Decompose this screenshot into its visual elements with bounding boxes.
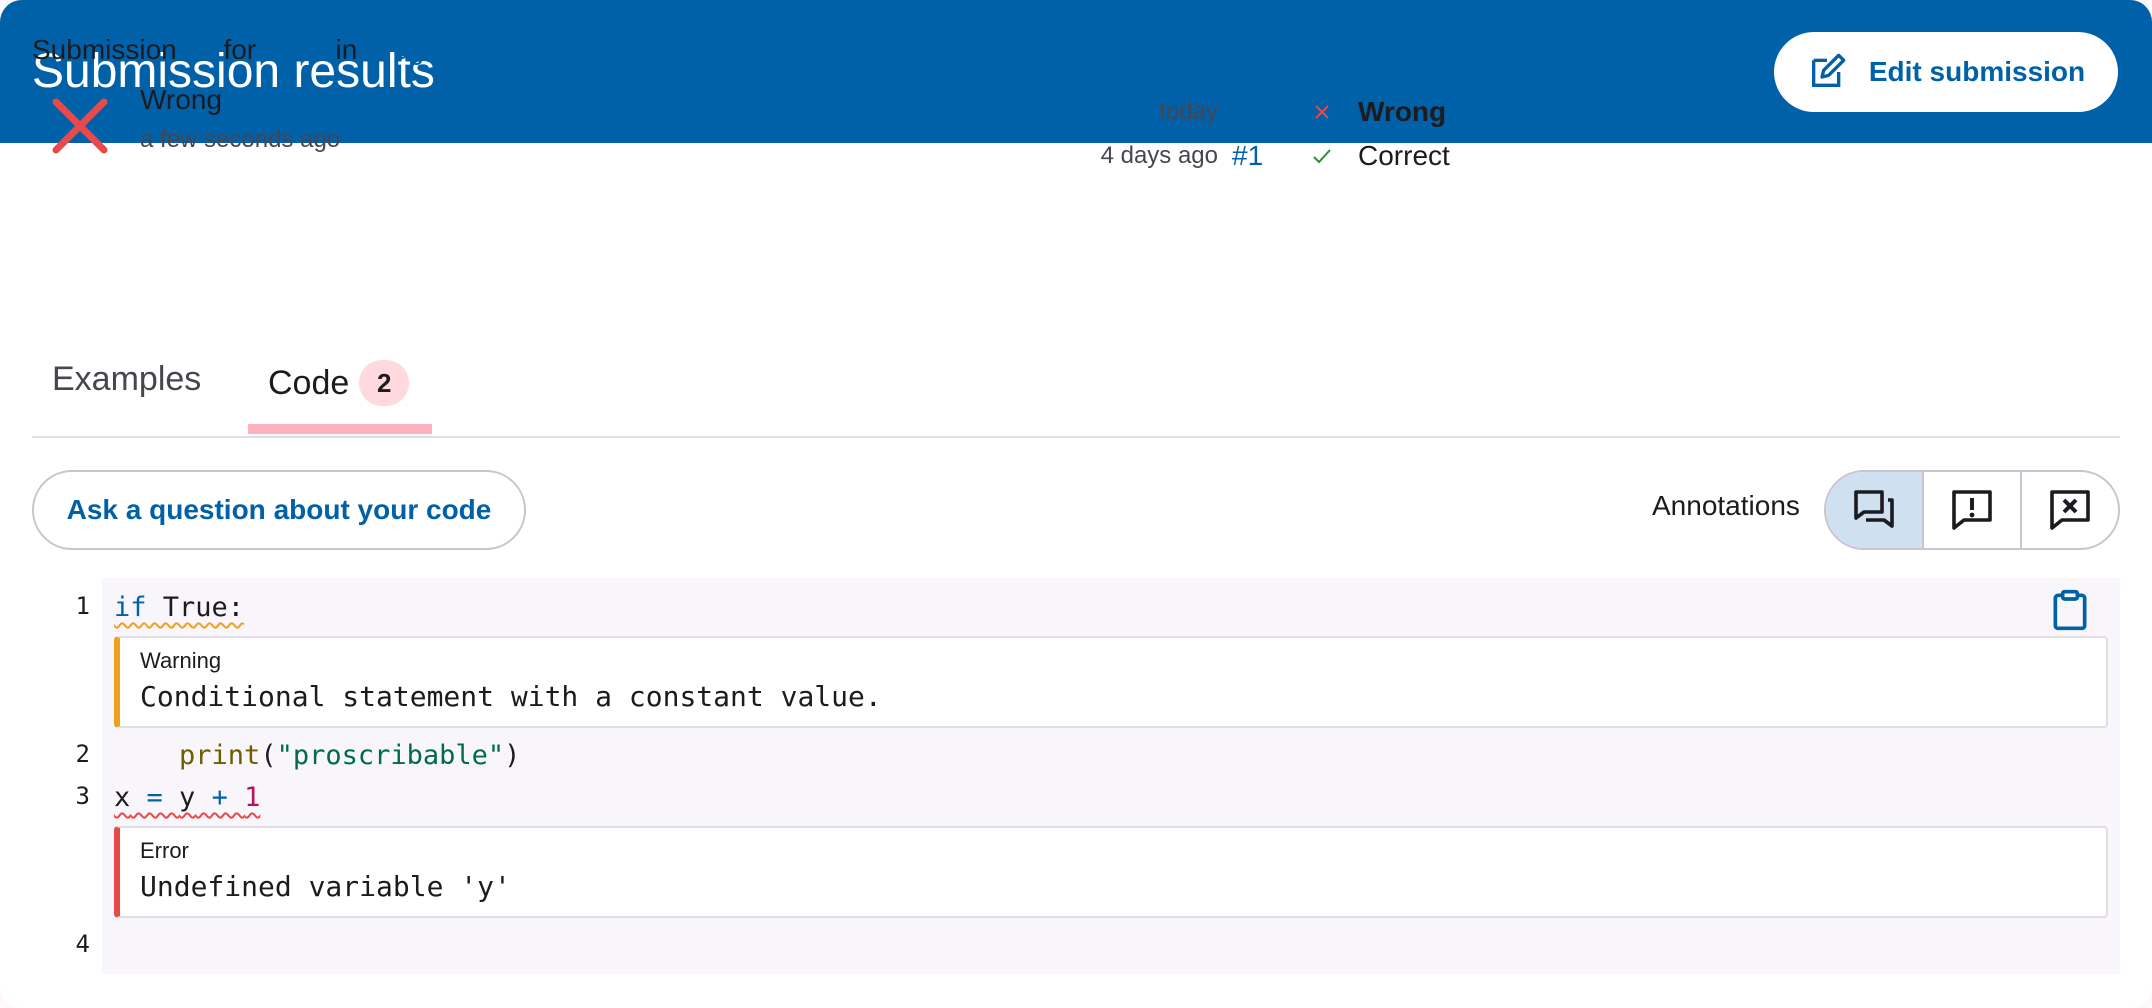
annotations-toggle-group (1824, 470, 2120, 550)
line-number: 4 (75, 930, 90, 958)
code-variable: y (179, 782, 196, 813)
comment-remove-icon (2050, 490, 2090, 530)
active-tab-indicator (248, 424, 432, 434)
history-when: today (1159, 98, 1218, 125)
tab-bar: Examples Code 2 (32, 340, 2120, 438)
line-number: 2 (75, 740, 90, 768)
code-paren: ) (504, 740, 521, 771)
code-operator: + (195, 782, 245, 813)
submission-history: today #2 Wrong 4 days ago #1 Correct (1050, 90, 1450, 178)
history-number-link[interactable]: #1 (1232, 140, 1294, 172)
ask-question-button[interactable]: Ask a question about your code (32, 470, 526, 550)
history-status: Wrong (1358, 96, 1447, 127)
comments-icon (1854, 490, 1894, 528)
code-text: True: (146, 592, 245, 623)
submission-link[interactable]: #2 (185, 34, 216, 65)
tab-code[interactable]: Code 2 (268, 360, 410, 406)
comment-alert-icon (1952, 490, 1992, 530)
tab-examples[interactable]: Examples (52, 360, 201, 399)
show-important-annotations-button[interactable] (1922, 472, 2020, 548)
breadcrumb: Submission #2 for Echo in Programming 1 (32, 34, 557, 66)
code-string: "proscribable" (276, 740, 505, 771)
code-line-1[interactable]: if True: (114, 592, 244, 623)
code-function: print (179, 740, 261, 771)
show-all-annotations-button[interactable] (1826, 472, 1922, 548)
error-annotation[interactable]: Error Undefined variable 'y' (114, 826, 2108, 918)
course-link[interactable]: Programming 1 (365, 34, 556, 65)
crumb-prefix: Submission (32, 34, 177, 65)
edit-submission-label: Edit submission (1868, 55, 2086, 87)
code-number: 1 (244, 782, 261, 813)
history-number-link[interactable]: #2 (1232, 96, 1294, 128)
status-title: Wrong (140, 84, 222, 115)
crumb-for: for (223, 34, 257, 65)
annotation-message: Undefined variable 'y' (140, 870, 511, 903)
code-viewer: 1 if True: Warning Conditional statement… (32, 578, 2120, 974)
code-keyword: if (114, 592, 147, 623)
cross-icon (1302, 102, 1342, 122)
wrong-status-icon (32, 84, 128, 180)
history-row[interactable]: today #2 Wrong (1050, 90, 1450, 134)
status-time: a few seconds ago (140, 126, 341, 153)
annotation-message: Conditional statement with a constant va… (140, 680, 882, 713)
code-variable: x (114, 782, 131, 813)
line-number-gutter (32, 578, 102, 974)
history-when: 4 days ago (1100, 142, 1218, 169)
tab-code-label: Code (268, 363, 350, 402)
line-number: 1 (75, 592, 90, 620)
check-icon (1302, 146, 1342, 166)
annotation-count-badge: 2 (359, 360, 410, 406)
line-number: 3 (75, 782, 90, 810)
history-row[interactable]: 4 days ago #1 Correct (1050, 134, 1450, 178)
annotation-type: Error (140, 838, 189, 863)
annotation-type: Warning (140, 648, 222, 673)
edit-submission-button[interactable]: Edit submission (1774, 31, 2118, 112)
status-text: Wrong a few seconds ago (140, 84, 340, 180)
hide-annotations-button[interactable] (2020, 472, 2118, 548)
code-operator: = (130, 782, 180, 813)
edit-icon (1811, 53, 1846, 87)
annotations-label: Annotations (1652, 490, 1800, 521)
copy-to-clipboard-icon[interactable] (2048, 588, 2092, 632)
submission-status: Wrong a few seconds ago (32, 84, 340, 180)
code-line-2[interactable]: print("proscribable") (114, 740, 520, 771)
history-status: Correct (1358, 140, 1450, 171)
warning-annotation[interactable]: Warning Conditional statement with a con… (114, 636, 2108, 728)
code-line-3[interactable]: x = y + 1 (114, 782, 260, 813)
submission-card: Submission results Edit submission Submi… (0, 0, 2152, 1008)
exercise-link[interactable]: Echo (264, 34, 328, 65)
code-paren: ( (260, 740, 277, 771)
crumb-in: in (335, 34, 358, 65)
